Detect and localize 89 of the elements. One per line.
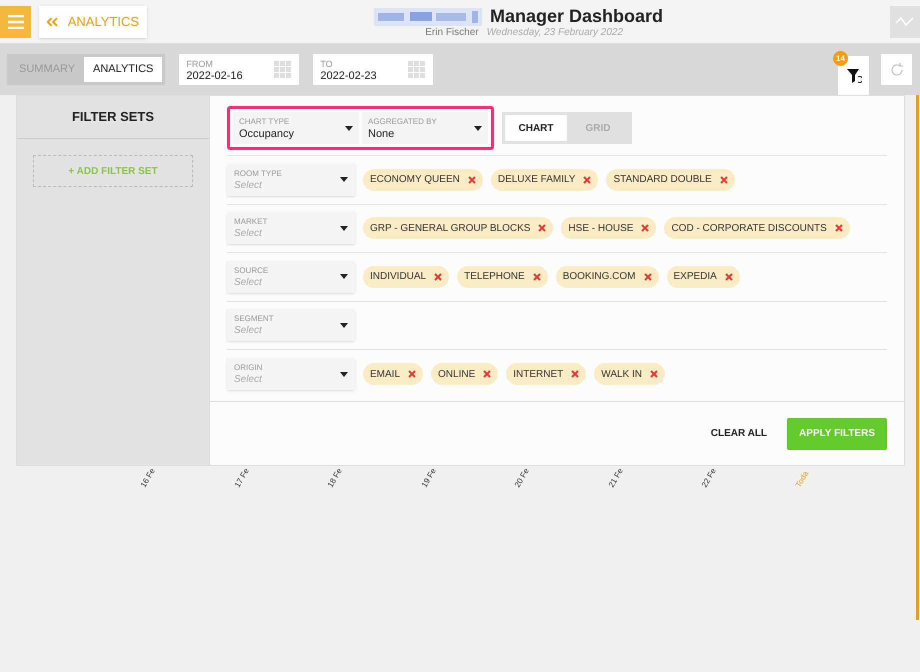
calendar-icon [274, 60, 292, 78]
remove-icon[interactable] [720, 176, 728, 184]
current-date: Wednesday, 23 February 2022 [486, 26, 624, 38]
filter-count-badge: 14 [833, 51, 848, 66]
field-placeholder: Select [234, 276, 263, 289]
tag-label: TELEPHONE [464, 270, 525, 284]
filter-dropdown[interactable]: MARKET Select [227, 212, 355, 244]
field-value: None [368, 128, 396, 140]
back-button[interactable]: ANALYTICS [39, 6, 147, 38]
remove-icon[interactable] [650, 370, 658, 378]
view-tab[interactable]: ANALYTICS [84, 57, 162, 82]
menu-icon [8, 14, 24, 28]
tag-label: HSE - HOUSE [568, 222, 634, 236]
dropdown-field[interactable]: CHART TYPE Occupancy [233, 112, 359, 144]
axis-label: 21 Fe [606, 466, 626, 490]
remove-icon[interactable] [571, 370, 580, 378]
axis-label: 22 Fe [699, 466, 719, 490]
axis-label: 20 Fe [512, 466, 532, 490]
page-title: Manager Dashboard [490, 4, 664, 26]
tag-label: DELUXE FAMILY [498, 173, 576, 188]
tag-label: EXPEDIA [674, 270, 717, 284]
field-label: SOURCE [234, 264, 268, 277]
tag-label: STANDARD DOUBLE [613, 173, 712, 188]
field-label: MARKET [234, 216, 268, 228]
date-value: 2022-02-23 [320, 70, 377, 82]
date-field[interactable]: FROM 2022-02-16 [179, 54, 300, 85]
dropdown-field[interactable]: AGGREGATED BY None [362, 112, 488, 144]
display-tab[interactable]: CHART [505, 115, 567, 141]
field-label: ROOM TYPE [234, 168, 282, 180]
calendar-icon [408, 60, 426, 78]
dropdown-caret-icon [340, 226, 348, 231]
remove-icon[interactable] [641, 224, 650, 232]
field-placeholder: Select [234, 228, 263, 240]
reset-icon [888, 62, 904, 78]
field-placeholder: Select [234, 374, 262, 386]
remove-icon[interactable] [724, 272, 733, 281]
dropdown-caret-icon [340, 274, 348, 280]
remove-icon[interactable] [583, 176, 592, 184]
dropdown-caret-icon [345, 126, 353, 130]
double-chevron-left-icon [47, 16, 58, 28]
field-label: AGGREGATED BY [368, 116, 437, 128]
date-value: 2022-02-16 [186, 70, 243, 82]
field-label: SEGMENT [234, 313, 274, 326]
axis-label: 19 Fe [418, 466, 438, 490]
remove-icon[interactable] [532, 272, 541, 281]
tag-label: ECONOMY QUEEN [370, 173, 460, 188]
field-label: CHART TYPE [239, 116, 290, 128]
line-chart-icon [895, 16, 915, 28]
remove-icon[interactable] [468, 176, 476, 184]
remove-icon[interactable] [644, 272, 652, 281]
date-field[interactable]: TO 2022-02-23 [313, 54, 434, 85]
tag-label: INTERNET [513, 368, 564, 382]
axis-label: 16 Fe [138, 466, 158, 490]
tag-label: COD - CORPORATE DISCOUNTS [671, 222, 827, 236]
reset-button[interactable] [881, 54, 912, 85]
tag-label: BOOKING.COM [562, 270, 636, 284]
axis-label: 17 Fe [232, 466, 252, 490]
tag-label: WALK IN [601, 368, 642, 382]
remove-icon[interactable] [408, 370, 416, 378]
dropdown-caret-icon [340, 372, 348, 377]
date-field-label: FROM [186, 58, 214, 70]
add-filter-set-button[interactable]: + ADD FILTER SET [33, 155, 193, 187]
filter-dropdown[interactable]: ROOM TYPE Select [227, 164, 355, 196]
tag-label: GRP - GENERAL GROUP BLOCKS [370, 222, 530, 236]
tag-label: EMAIL [370, 368, 400, 382]
axis-label: 18 Fe [325, 466, 345, 490]
dropdown-caret-icon [340, 177, 348, 182]
filter-sets-title: FILTER SETS [72, 108, 154, 126]
remove-icon[interactable] [538, 224, 546, 232]
filter-icon[interactable] [846, 68, 862, 84]
date-field-label: TO [320, 58, 334, 70]
remove-icon[interactable] [483, 370, 492, 378]
dropdown-caret-icon [474, 126, 482, 130]
remove-icon[interactable] [834, 224, 843, 232]
user-name: Erin Fischer [425, 26, 479, 38]
field-placeholder: Select [234, 180, 263, 192]
clear-all-button[interactable]: CLEAR ALL [710, 426, 768, 441]
dropdown-caret-icon [340, 322, 348, 328]
apply-filters-button[interactable]: APPLY FILTERS [787, 418, 887, 450]
field-label: ORIGIN [234, 362, 262, 374]
field-value: Occupancy [239, 128, 294, 140]
filter-dropdown[interactable]: SOURCE Select [227, 260, 355, 293]
tag-label: INDIVIDUAL [370, 270, 426, 284]
chart-toggle-button[interactable] [890, 6, 920, 38]
tag-label: ONLINE [438, 368, 476, 382]
filter-dropdown[interactable]: SEGMENT Select [227, 309, 355, 342]
remove-icon[interactable] [434, 272, 442, 281]
field-placeholder: Select [234, 325, 263, 338]
filter-dropdown[interactable]: ORIGIN Select [227, 358, 355, 390]
